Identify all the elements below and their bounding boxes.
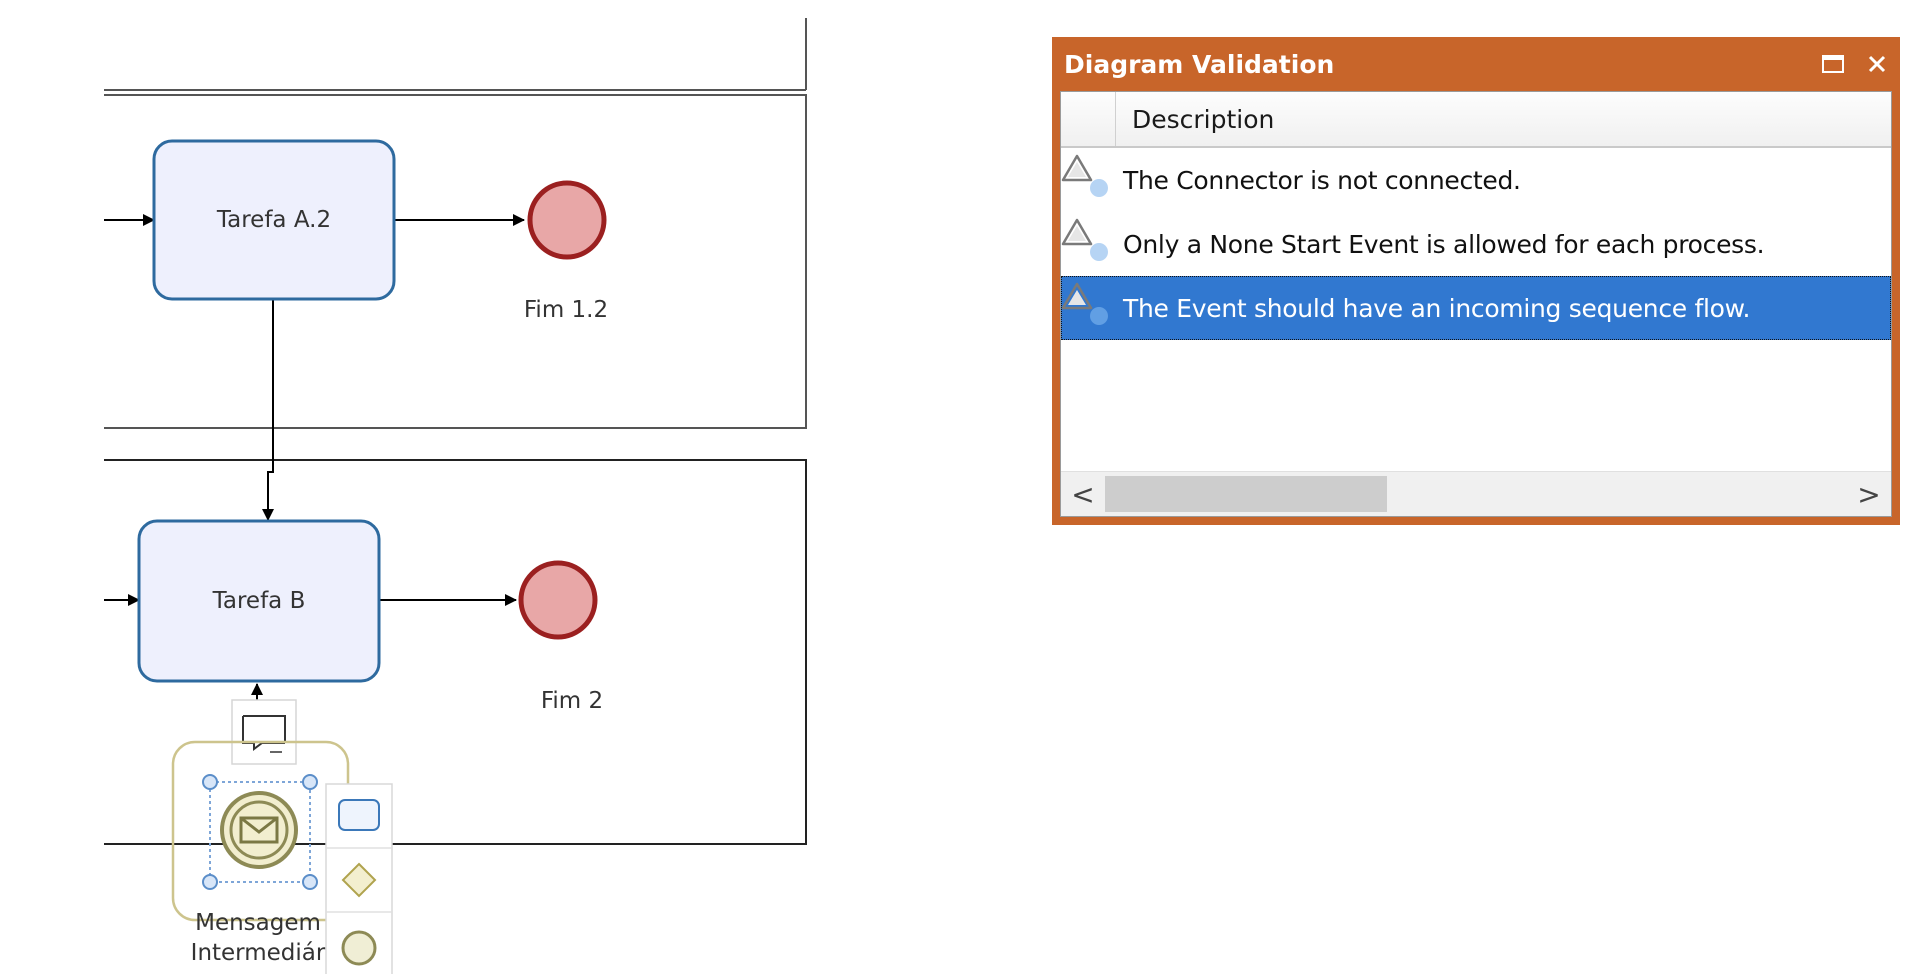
task-a2[interactable]: Tarefa A.2 [152, 139, 396, 301]
add-event-icon[interactable] [341, 930, 377, 966]
resize-handle-bottom-left[interactable] [202, 874, 218, 890]
diagram-validation-panel: Diagram Validation Description The Conne… [1052, 37, 1900, 525]
add-annotation-handle[interactable] [231, 699, 297, 765]
validation-grid: Description The Connector is not connect… [1060, 91, 1892, 517]
scroll-thumb[interactable] [1105, 476, 1387, 512]
task-b-label: Tarefa B [212, 588, 306, 614]
add-task-icon[interactable] [338, 799, 380, 831]
end-event-fim-2-label: Fim 2 [541, 688, 603, 714]
close-button[interactable] [1864, 51, 1890, 77]
end-event-fim-2[interactable] [518, 560, 598, 640]
grid-header: Description [1061, 92, 1891, 148]
validation-row[interactable]: The Connector is not connected. [1061, 148, 1891, 212]
validation-row[interactable]: Only a None Start Event is allowed for e… [1061, 212, 1891, 276]
intermediate-event-label-line1: Mensagem [195, 910, 321, 936]
validation-row-text: Only a None Start Event is allowed for e… [1123, 229, 1765, 259]
validation-row-text: The Event should have an incoming sequen… [1123, 293, 1751, 323]
horizontal-scrollbar[interactable]: < > [1061, 471, 1891, 516]
scroll-track[interactable] [1105, 474, 1847, 514]
maximize-button[interactable] [1820, 51, 1846, 77]
bpmn-canvas[interactable]: Tarefa A.2 Fim 1.2 Tarefa B Fim 2 Mensag… [0, 0, 1060, 974]
warning-icon [1061, 218, 1108, 261]
scroll-left-button[interactable]: < [1061, 472, 1105, 516]
intermediate-message-event[interactable] [171, 740, 350, 922]
validation-row-text: The Connector is not connected. [1123, 165, 1521, 195]
description-column-header[interactable]: Description [1116, 92, 1891, 146]
envelope-icon [239, 816, 279, 844]
quick-add-palette [325, 783, 393, 974]
pool-top [104, 18, 807, 91]
intermediate-event-label-line2: Intermediár [191, 940, 326, 966]
icon-column-header[interactable] [1061, 92, 1116, 146]
warning-icon [1061, 154, 1108, 197]
panel-title-bar[interactable]: Diagram Validation [1056, 41, 1896, 87]
resize-handle-top-right[interactable] [302, 774, 318, 790]
close-icon [1868, 55, 1886, 73]
scroll-right-button[interactable]: > [1847, 472, 1891, 516]
flow-task-a2-to-task-b[interactable] [262, 298, 274, 521]
task-a2-label: Tarefa A.2 [216, 207, 331, 233]
end-event-fim-1-2-label: Fim 1.2 [524, 297, 608, 323]
resize-handle-top-left[interactable] [202, 774, 218, 790]
warning-icon [1061, 282, 1108, 325]
panel-title: Diagram Validation [1064, 49, 1335, 79]
end-event-fim-1-2[interactable] [527, 180, 607, 260]
maximize-icon [1822, 55, 1844, 73]
validation-row[interactable]: The Event should have an incoming sequen… [1061, 276, 1891, 340]
task-b[interactable]: Tarefa B [137, 519, 381, 683]
resize-handle-bottom-right[interactable] [302, 874, 318, 890]
